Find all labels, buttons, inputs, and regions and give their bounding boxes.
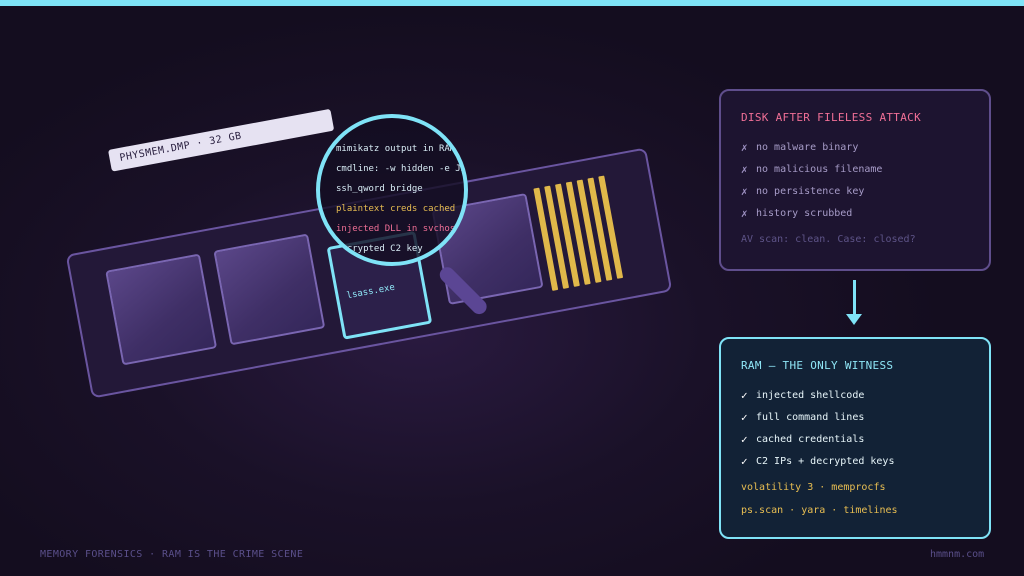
top-accent-bar	[0, 0, 1024, 6]
magnifier-lens: mimikatz output in RAM cmdline: -w hidde…	[316, 114, 468, 266]
ram-item-label: cached credentials	[756, 433, 865, 445]
dump-label-tag: PHYSMEM.DMP · 32 GB	[108, 108, 335, 172]
cross-icon: ✗	[741, 206, 748, 220]
ram-item: ✓ injected shellcode	[741, 384, 969, 406]
disk-item-label: no malware binary	[756, 141, 859, 153]
footer-site: hmmnm.com	[930, 549, 985, 560]
disk-item-label: history scrubbed	[756, 207, 853, 219]
ram-item: ✓ cached credentials	[741, 428, 969, 450]
ram-item-label: injected shellcode	[756, 389, 865, 401]
cross-icon: ✗	[741, 184, 748, 198]
lens-text-line: plaintext creds cached	[336, 204, 456, 214]
ram-item-label: C2 IPs + decrypted keys	[756, 455, 895, 467]
disk-panel: DISK AFTER FILELESS ATTACK ✗ no malware b…	[719, 89, 991, 271]
lens-text-line: injected DLL in svchost	[336, 224, 461, 234]
cross-icon: ✗	[741, 162, 748, 176]
check-icon: ✓	[741, 454, 748, 468]
disk-panel-note: AV scan: clean. Case: closed?	[741, 234, 916, 245]
ram-item: ✓ C2 IPs + decrypted keys	[741, 450, 969, 472]
ram-panel-title: RAM — THE ONLY WITNESS	[741, 359, 894, 372]
memory-chip	[213, 233, 326, 346]
check-icon: ✓	[741, 432, 748, 446]
ram-tools-line: ps.scan · yara · timelines	[741, 505, 898, 516]
disk-item-label: no persistence key	[756, 185, 865, 197]
lens-text-line: decrypted C2 key	[336, 244, 423, 254]
check-icon: ✓	[741, 388, 748, 402]
cross-icon: ✗	[741, 140, 748, 154]
lsass-chip-label: lsass.exe	[345, 282, 396, 302]
arrow-head-icon	[846, 314, 862, 325]
footer-caption: MEMORY FORENSICS · RAM IS THE CRIME SCEN…	[40, 549, 304, 560]
ram-item-label: full command lines	[756, 411, 865, 423]
arrow-down-icon	[853, 280, 856, 316]
ram-panel: RAM — THE ONLY WITNESS ✓ injected shellco…	[719, 337, 991, 539]
disk-item: ✗ no malicious filename	[741, 158, 969, 180]
disk-item-label: no malicious filename	[756, 163, 883, 175]
check-icon: ✓	[741, 410, 748, 424]
lens-text-line: cmdline: -w hidden -e J…	[336, 164, 467, 174]
disk-item: ✗ no malware binary	[741, 136, 969, 158]
disk-item: ✗ history scrubbed	[741, 202, 969, 224]
lens-text-line: ssh_qword bridge	[336, 184, 423, 194]
ram-tools-line: volatility 3 · memprocfs	[741, 482, 886, 493]
disk-panel-title: DISK AFTER FILELESS ATTACK	[741, 111, 921, 124]
disk-item: ✗ no persistence key	[741, 180, 969, 202]
ram-item: ✓ full command lines	[741, 406, 969, 428]
lens-text-line: mimikatz output in RAM	[336, 144, 456, 154]
memory-chip	[105, 253, 218, 366]
